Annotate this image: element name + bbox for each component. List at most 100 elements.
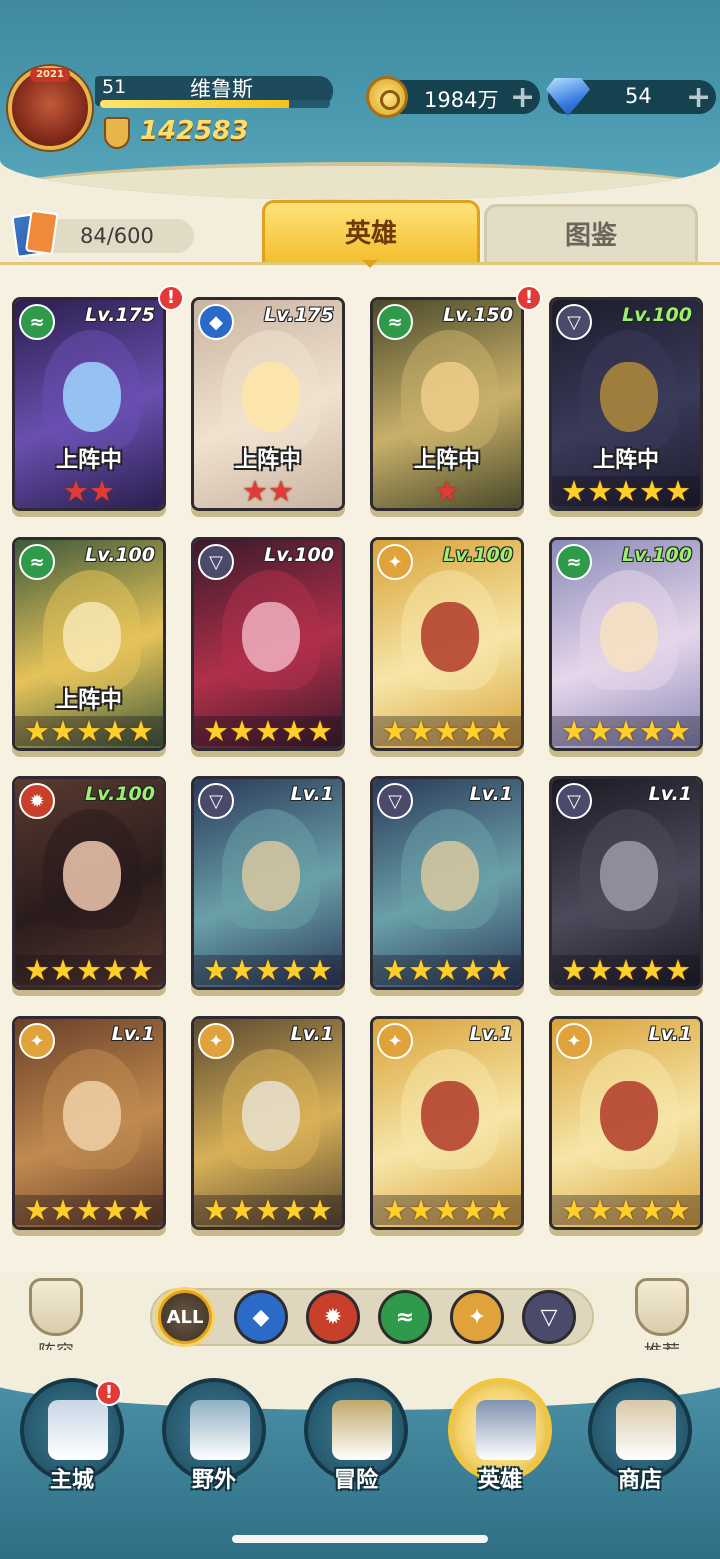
hero-face bbox=[600, 1081, 658, 1151]
tab-heroes[interactable]: 英雄 bbox=[262, 200, 480, 262]
star-icon: ★ bbox=[229, 953, 255, 987]
filter-nature-button[interactable]: ≈ bbox=[378, 1290, 432, 1344]
star-icon: ★ bbox=[242, 474, 268, 508]
shadow-faction-icon: ▽ bbox=[556, 783, 592, 819]
hero-card[interactable]: ✦ Lv.100 ★ ★ ★ ★ ★ bbox=[370, 537, 524, 751]
shadow-faction-icon: ▽ bbox=[556, 304, 592, 340]
hero-face bbox=[600, 602, 658, 672]
hero-stars: ★ ★ ★ ★ ★ bbox=[373, 1195, 521, 1225]
add-gems-button[interactable]: + bbox=[686, 80, 711, 115]
star-icon: ★ bbox=[307, 714, 333, 748]
hero-level: Lv.100 bbox=[85, 783, 155, 805]
hero-card[interactable]: ≈ Lv.150 上阵中 ★ bbox=[370, 297, 524, 511]
hero-level: Lv.100 bbox=[264, 544, 334, 566]
filter-light-button[interactable]: ✦ bbox=[450, 1290, 504, 1344]
hero-stars: ★ ★ ★ ★ ★ bbox=[15, 716, 163, 746]
star-icon: ★ bbox=[382, 953, 408, 987]
nav-helmet[interactable]: 英雄 bbox=[446, 1378, 554, 1496]
hero-card[interactable]: ▽ Lv.1 ★ ★ ★ ★ ★ bbox=[549, 776, 703, 990]
nature-faction-icon: ≈ bbox=[19, 544, 55, 580]
star-icon: ★ bbox=[665, 953, 691, 987]
hero-face bbox=[242, 841, 300, 911]
filter-fire-button[interactable]: ✹ bbox=[306, 1290, 360, 1344]
filter-all-button[interactable]: ALL bbox=[158, 1290, 212, 1344]
star-icon: ★ bbox=[76, 714, 102, 748]
nature-faction-icon: ≈ bbox=[377, 304, 413, 340]
hero-card[interactable]: ◆ Lv.175 上阵中 ★ ★ bbox=[191, 297, 345, 511]
deployed-label: 上阵中 bbox=[55, 448, 122, 473]
hero-card[interactable]: ✦ Lv.1 ★ ★ ★ ★ ★ bbox=[191, 1016, 345, 1230]
home-indicator[interactable] bbox=[232, 1535, 488, 1543]
shadow-faction-icon: ▽ bbox=[198, 544, 234, 580]
hero-face bbox=[421, 1081, 479, 1151]
hero-card[interactable]: ▽ Lv.100 上阵中 ★ ★ ★ ★ ★ bbox=[549, 297, 703, 511]
hero-stars: ★ ★ ★ ★ ★ bbox=[373, 716, 521, 746]
star-icon: ★ bbox=[24, 953, 50, 987]
star-icon: ★ bbox=[460, 953, 486, 987]
player-level: 51 bbox=[102, 76, 127, 98]
gem-amount: 54 bbox=[625, 84, 652, 108]
fire-faction-icon: ✹ bbox=[323, 1304, 343, 1330]
hero-card[interactable]: ▽ Lv.1 ★ ★ ★ ★ ★ bbox=[191, 776, 345, 990]
hero-face bbox=[242, 1081, 300, 1151]
hero-card[interactable]: ≈ Lv.100 上阵中 ★ ★ ★ ★ ★ bbox=[12, 537, 166, 751]
hero-face bbox=[242, 602, 300, 672]
hero-card[interactable]: ✹ Lv.100 ★ ★ ★ ★ ★ bbox=[12, 776, 166, 990]
add-gold-button[interactable]: + bbox=[510, 80, 535, 115]
star-icon: ★ bbox=[24, 714, 50, 748]
nav-label: 野外 bbox=[191, 1468, 236, 1493]
shadow-faction-icon: ▽ bbox=[198, 783, 234, 819]
star-icon: ★ bbox=[50, 953, 76, 987]
star-icon: ★ bbox=[102, 1193, 128, 1227]
star-icon: ★ bbox=[613, 714, 639, 748]
star-icon: ★ bbox=[587, 714, 613, 748]
coin-icon bbox=[366, 76, 408, 118]
active-tab-indicator bbox=[362, 260, 378, 268]
nav-label: 英雄 bbox=[477, 1468, 522, 1493]
hero-face bbox=[63, 602, 121, 672]
water-faction-icon: ◆ bbox=[198, 304, 234, 340]
light-faction-icon: ✦ bbox=[19, 1023, 55, 1059]
star-icon: ★ bbox=[434, 1193, 460, 1227]
star-icon: ★ bbox=[639, 953, 665, 987]
star-icon: ★ bbox=[665, 474, 691, 508]
nav-gate[interactable]: 野外 bbox=[160, 1378, 268, 1496]
hero-card[interactable]: ≈ Lv.175 上阵中 ★ ★ bbox=[12, 297, 166, 511]
castle-icon bbox=[48, 1400, 108, 1460]
nav-shop[interactable]: 商店 bbox=[586, 1378, 694, 1496]
star-icon: ★ bbox=[128, 1193, 154, 1227]
hero-card[interactable]: ✦ Lv.1 ★ ★ ★ ★ ★ bbox=[370, 1016, 524, 1230]
hero-face bbox=[421, 841, 479, 911]
star-icon: ★ bbox=[408, 953, 434, 987]
star-icon: ★ bbox=[561, 1193, 587, 1227]
gate-icon bbox=[190, 1400, 250, 1460]
hero-card[interactable]: ✦ Lv.1 ★ ★ ★ ★ ★ bbox=[12, 1016, 166, 1230]
star-icon: ★ bbox=[24, 1193, 50, 1227]
star-icon: ★ bbox=[50, 1193, 76, 1227]
deployed-label: 上阵中 bbox=[592, 448, 659, 473]
hero-card[interactable]: ▽ Lv.1 ★ ★ ★ ★ ★ bbox=[370, 776, 524, 990]
hero-card[interactable]: ✦ Lv.1 ★ ★ ★ ★ ★ bbox=[549, 1016, 703, 1230]
helmet-icon bbox=[476, 1400, 536, 1460]
hero-level: Lv.1 bbox=[648, 783, 692, 805]
star-icon: ★ bbox=[229, 1193, 255, 1227]
filter-water-button[interactable]: ◆ bbox=[234, 1290, 288, 1344]
tab-codex[interactable]: 图鉴 bbox=[484, 204, 698, 262]
light-faction-icon: ✦ bbox=[377, 544, 413, 580]
star-icon: ★ bbox=[102, 953, 128, 987]
light-faction-icon: ✦ bbox=[198, 1023, 234, 1059]
hero-face bbox=[242, 362, 300, 432]
hero-level: Lv.100 bbox=[85, 544, 155, 566]
hero-stars: ★ ★ ★ ★ ★ bbox=[552, 716, 700, 746]
hero-level: Lv.175 bbox=[264, 304, 334, 326]
hero-card[interactable]: ▽ Lv.100 ★ ★ ★ ★ ★ bbox=[191, 537, 345, 751]
nav-sword[interactable]: 冒险 bbox=[302, 1378, 410, 1496]
star-icon: ★ bbox=[486, 714, 512, 748]
hero-level: Lv.150 bbox=[443, 304, 513, 326]
hero-level: Lv.1 bbox=[469, 783, 513, 805]
filter-shadow-button[interactable]: ▽ bbox=[522, 1290, 576, 1344]
light-faction-icon: ✦ bbox=[467, 1304, 487, 1330]
hero-cards-icon bbox=[11, 211, 49, 259]
hero-card[interactable]: ≈ Lv.100 ★ ★ ★ ★ ★ bbox=[549, 537, 703, 751]
hero-stars: ★ ★ ★ ★ ★ bbox=[552, 476, 700, 506]
